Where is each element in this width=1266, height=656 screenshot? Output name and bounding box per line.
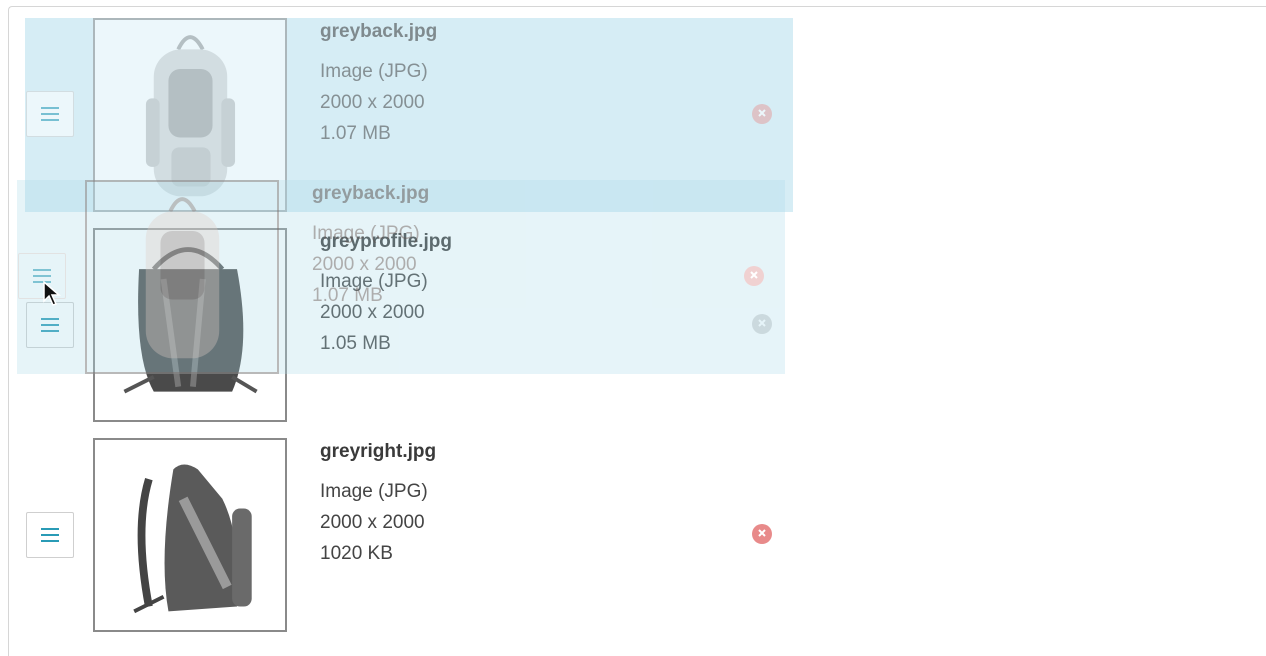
backpack-back-image [145, 197, 220, 359]
file-info: greyback.jpg Image (JPG) 2000 x 2000 1.0… [320, 21, 437, 149]
file-name: greyback.jpg [320, 21, 438, 42]
file-type: Image (JPG) [320, 61, 428, 82]
remove-button[interactable] [752, 104, 772, 124]
file-size: 1.07 MB [312, 285, 383, 306]
file-thumbnail [93, 438, 287, 632]
drag-handle-icon [41, 528, 59, 542]
drag-handle-button[interactable] [26, 512, 74, 558]
file-dimensions: 2000 x 2000 [320, 92, 425, 113]
remove-icon [757, 105, 767, 123]
drag-handle-button[interactable] [26, 91, 74, 137]
file-name: greyright.jpg [320, 441, 437, 462]
file-size: 1020 KB [320, 543, 393, 564]
file-size: 1.07 MB [320, 123, 391, 144]
remove-icon [749, 267, 759, 285]
drag-handle-icon [41, 107, 59, 121]
mouse-pointer-icon [43, 280, 62, 312]
remove-button[interactable] [744, 266, 764, 286]
backpack-side-image [133, 464, 252, 614]
file-name: greyback.jpg [312, 183, 430, 204]
file-info: greyback.jpg Image (JPG) 2000 x 2000 1.0… [312, 183, 429, 311]
file-dimensions: 2000 x 2000 [320, 512, 425, 533]
remove-button[interactable] [752, 524, 772, 544]
file-type: Image (JPG) [312, 223, 420, 244]
file-thumbnail [85, 180, 279, 374]
remove-icon [757, 525, 767, 543]
file-dimensions: 2000 x 2000 [312, 254, 417, 275]
file-info: greyright.jpg Image (JPG) 2000 x 2000 10… [320, 441, 436, 569]
file-type: Image (JPG) [320, 481, 428, 502]
